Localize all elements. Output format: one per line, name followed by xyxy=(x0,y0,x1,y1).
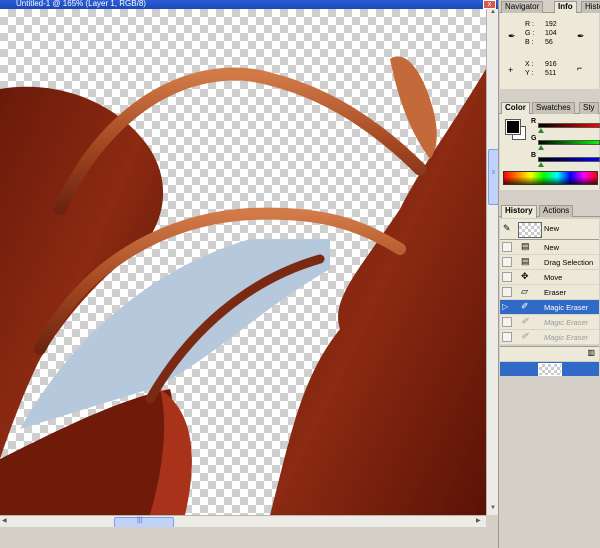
history-item-label: Eraser xyxy=(544,288,567,297)
history-item-label: Magic Eraser xyxy=(544,318,589,327)
color-panel: R G B xyxy=(500,114,600,190)
history-item[interactable]: ✥ Move xyxy=(500,270,599,285)
history-item-active[interactable]: ▷ ✐ Magic Eraser xyxy=(500,300,599,315)
history-item[interactable]: ▤ Drag Selection xyxy=(500,255,599,270)
history-item-label: Magic Eraser xyxy=(544,303,589,312)
tab-swatches[interactable]: Swatches xyxy=(532,102,575,114)
document-title-bar[interactable]: Untitled-1 @ 165% (Layer 1, RGB/8) x xyxy=(0,0,498,9)
history-source-checkbox[interactable] xyxy=(502,272,512,282)
history-source-checkbox[interactable] xyxy=(502,332,512,342)
layers-panel-strip[interactable] xyxy=(500,362,599,376)
panel-dock: Navigator Info Histo ✒ R : 192 G : 104 B… xyxy=(498,0,600,548)
grip-icon: ||| xyxy=(137,517,143,524)
info-r-label: R : xyxy=(525,21,534,28)
info-panel: ✒ R : 192 G : 104 B : 56 ✒ + X : 916 Y :… xyxy=(500,13,599,89)
green-slider-handle[interactable] xyxy=(538,145,544,150)
grip-icon: ≡ xyxy=(491,170,496,176)
history-state-marker-icon: ▷ xyxy=(502,302,509,311)
vertical-scrollbar[interactable]: ▲ ≡ ▼ xyxy=(486,9,499,515)
tab-styles[interactable]: Sty xyxy=(579,102,599,114)
history-source-checkbox[interactable] xyxy=(502,317,512,327)
history-snapshot[interactable]: ✎ New xyxy=(500,219,599,240)
red-label: R xyxy=(531,118,537,125)
leaf-image xyxy=(0,56,486,515)
magic-eraser-icon: ✐ xyxy=(521,316,529,326)
history-item-label: New xyxy=(544,243,560,252)
image-canvas[interactable] xyxy=(0,9,486,515)
document-window: Untitled-1 @ 165% (Layer 1, RGB/8) x ▲ ≡… xyxy=(0,0,499,548)
history-footer: ▥ xyxy=(500,346,599,361)
history-item-label: Move xyxy=(544,273,563,282)
blue-label: B xyxy=(531,152,537,159)
magic-eraser-icon: ✐ xyxy=(521,301,529,311)
history-item[interactable]: ▤ New xyxy=(500,240,599,255)
document-icon: ▤ xyxy=(521,256,530,266)
foreground-color-swatch[interactable] xyxy=(505,119,521,135)
green-slider[interactable] xyxy=(538,140,600,145)
size-icon: ⌐ xyxy=(577,63,583,73)
eyedropper-icon: ✒ xyxy=(577,31,585,41)
scroll-left-icon[interactable]: ◀ xyxy=(2,517,7,524)
status-bar xyxy=(0,527,498,548)
tab-histogram[interactable]: Histo xyxy=(581,1,600,13)
tab-history[interactable]: History xyxy=(501,205,537,218)
eyedropper-icon: ✒ xyxy=(508,31,516,41)
snapshot-thumbnail xyxy=(518,222,542,238)
trash-icon[interactable]: ▥ xyxy=(587,348,595,357)
info-b-value: 56 xyxy=(545,39,553,46)
document-icon: ▤ xyxy=(521,241,530,251)
info-r-value: 192 xyxy=(545,21,557,28)
info-x-value: 916 xyxy=(545,61,557,68)
eraser-icon: ▱ xyxy=(521,286,528,296)
history-item[interactable]: ✐ Magic Eraser xyxy=(500,315,599,330)
color-spectrum-bar[interactable] xyxy=(503,171,598,185)
tab-actions[interactable]: Actions xyxy=(539,205,574,217)
scroll-right-icon[interactable]: ▶ xyxy=(476,517,481,524)
color-panel-tabs: Color Swatches Sty xyxy=(499,101,600,115)
red-slider-handle[interactable] xyxy=(538,128,544,133)
history-source-checkbox[interactable] xyxy=(502,242,512,252)
history-item[interactable]: ✐ Magic Eraser xyxy=(500,330,599,345)
history-item-label: Magic Eraser xyxy=(544,333,589,342)
snapshot-label: New xyxy=(544,224,560,233)
history-item[interactable]: ▱ Eraser xyxy=(500,285,599,300)
magic-eraser-icon: ✐ xyxy=(521,331,529,341)
history-source-checkbox[interactable] xyxy=(502,257,512,267)
crosshair-icon: + xyxy=(508,65,514,75)
tab-navigator[interactable]: Navigator xyxy=(501,1,544,13)
scroll-down-icon[interactable]: ▼ xyxy=(490,505,496,511)
info-panel-tabs: Navigator Info Histo xyxy=(499,0,600,14)
history-item-label: Drag Selection xyxy=(544,258,594,267)
info-y-value: 511 xyxy=(545,70,557,77)
layer-thumbnail xyxy=(538,363,562,376)
close-button[interactable]: x xyxy=(483,0,496,9)
green-label: G xyxy=(531,135,537,142)
blue-slider-handle[interactable] xyxy=(538,162,544,167)
info-y-label: Y : xyxy=(525,70,534,77)
red-slider[interactable] xyxy=(538,123,600,128)
history-source-checkbox[interactable] xyxy=(502,287,512,297)
info-b-label: B : xyxy=(525,39,534,46)
info-g-label: G : xyxy=(525,30,535,37)
info-g-value: 104 xyxy=(545,30,557,37)
blue-slider[interactable] xyxy=(538,157,600,162)
history-brush-icon: ✎ xyxy=(503,223,511,233)
history-panel-tabs: History Actions xyxy=(499,204,600,218)
info-x-label: X : xyxy=(525,61,534,68)
horizontal-scrollbar[interactable]: ◀ ||| ▶ xyxy=(0,515,486,528)
document-title: Untitled-1 @ 165% (Layer 1, RGB/8) xyxy=(16,0,146,8)
scroll-up-icon[interactable]: ▲ xyxy=(490,9,496,15)
move-icon: ✥ xyxy=(521,271,529,281)
